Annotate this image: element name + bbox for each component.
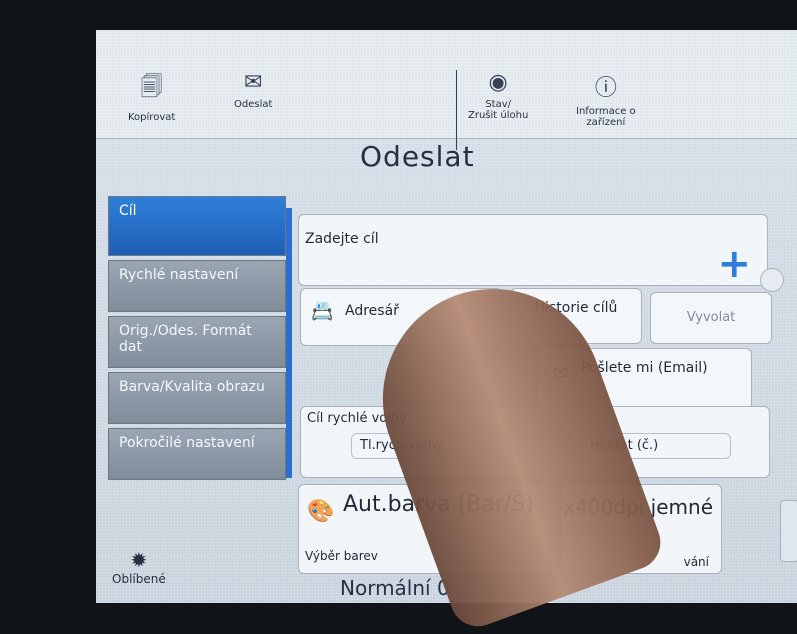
status-cancel-button[interactable]: ◉ Stav/ Zrušit úlohu xyxy=(468,70,528,121)
sidebar-item-quick-settings[interactable]: Rychlé nastavení xyxy=(108,260,286,312)
sidebar: Cíl Rychlé nastavení Orig./Odes. Formát … xyxy=(108,196,286,484)
top-bar: 🗐 Kopírovat ✉ Odeslat ◉ Stav/ Zrušit úlo… xyxy=(96,30,797,150)
copy-icon: 🗐 xyxy=(140,75,163,100)
recall-label: Vyvolat xyxy=(686,310,736,325)
info-label-2: zařízení xyxy=(586,117,626,128)
info-label-1: Informace o xyxy=(576,106,636,117)
favorites-label: Oblíbené xyxy=(112,572,166,586)
color-icon: 🎨 xyxy=(307,499,335,524)
recall-button[interactable]: Vyvolat xyxy=(650,292,772,344)
destination-label: Zadejte cíl xyxy=(305,231,379,247)
status-label-1: Stav/ xyxy=(485,99,511,110)
copy-label: Kopírovat xyxy=(128,112,176,123)
sidebar-item-destination[interactable]: Cíl xyxy=(108,196,286,256)
sidebar-item-color-quality[interactable]: Barva/Kvalita obrazu xyxy=(108,372,286,424)
status-label-2: Zrušit úlohu xyxy=(468,110,529,121)
destination-field[interactable]: Zadejte cíl + xyxy=(298,214,768,287)
resolution-caption: vání xyxy=(683,555,709,569)
active-indicator xyxy=(286,208,292,478)
page-title: Odeslat xyxy=(360,140,475,173)
right-panel-button[interactable] xyxy=(780,500,797,562)
add-icon[interactable]: + xyxy=(717,241,751,287)
send-label: Odeslat xyxy=(234,99,273,110)
copy-button[interactable]: 🗐 Kopírovat xyxy=(128,70,175,123)
sidebar-item-format[interactable]: Orig./Odes. Formát dat xyxy=(108,316,286,368)
eye-icon: ◉ xyxy=(488,70,508,95)
star-gear-icon: ✹ xyxy=(130,548,148,572)
address-book-icon: 📇 xyxy=(311,301,334,322)
normal-label: Normální 0 xyxy=(340,576,450,600)
send-tab-button[interactable]: ✉ Odeslat xyxy=(234,70,272,110)
info-icon: ⓘ xyxy=(594,76,617,101)
send-icon: ✉ xyxy=(243,70,263,95)
separator xyxy=(456,70,457,150)
favorites-button[interactable]: ✹ Oblíbené xyxy=(112,548,166,586)
sidebar-item-advanced[interactable]: Pokročilé nastavení xyxy=(108,428,286,480)
scroll-handle[interactable] xyxy=(760,268,784,292)
address-book-label: Adresář xyxy=(345,303,399,319)
color-caption: Výběr barev xyxy=(305,549,378,563)
device-info-button[interactable]: ⓘ Informace o zařízení xyxy=(576,70,636,128)
